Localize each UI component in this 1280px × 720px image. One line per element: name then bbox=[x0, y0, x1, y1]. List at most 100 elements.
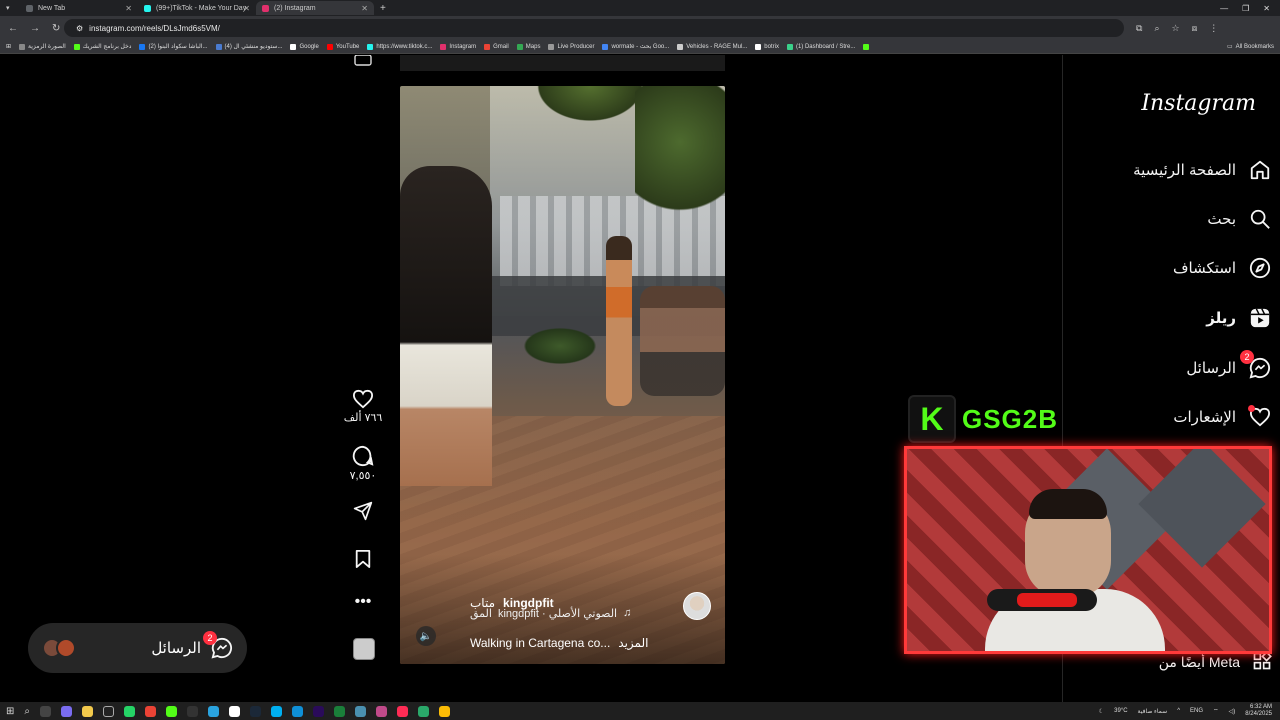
chrome-icon[interactable] bbox=[439, 705, 450, 717]
reel-video[interactable]: متاب kingdpfit المق kingdpfit · الصوتي ا… bbox=[400, 86, 725, 664]
toolbar-icons: ⧉ ⌕ ☆ ⧈ ⋮ bbox=[1124, 23, 1218, 34]
reload-icon[interactable]: ↻ bbox=[52, 23, 60, 34]
app-icon[interactable] bbox=[187, 705, 198, 717]
comment-button[interactable]: ٧,٥٥٠ bbox=[343, 445, 383, 482]
apps-icon[interactable]: ⊞ bbox=[6, 43, 11, 50]
back-icon[interactable]: ← bbox=[8, 23, 18, 34]
bookmark-item[interactable]: https://www.tiktok.c... bbox=[367, 43, 432, 50]
volume-icon[interactable]: ◁) bbox=[1229, 708, 1236, 715]
volume-icon[interactable]: 🔈 bbox=[416, 626, 436, 646]
bookmark-item[interactable]: (1) Dashboard / Stre... bbox=[786, 43, 855, 50]
clock[interactable]: 6:32 AM 8/24/2025 bbox=[1245, 704, 1272, 718]
share-button[interactable] bbox=[343, 501, 383, 521]
url-field[interactable]: ⚙ instagram.com/reels/DLsJmd6s5VM/ bbox=[64, 19, 1124, 37]
minimize-icon[interactable]: — bbox=[1220, 4, 1228, 13]
audio-thumbnail[interactable] bbox=[343, 55, 383, 67]
obs-icon[interactable] bbox=[103, 705, 114, 717]
bookmark-item[interactable]: الصورة الرمزية bbox=[19, 43, 66, 50]
nav-notifications[interactable]: الإشعارات bbox=[1173, 405, 1272, 429]
bookmark-item[interactable]: Live Producer bbox=[548, 43, 594, 50]
tray-chevron-icon[interactable]: ^ bbox=[1177, 708, 1180, 714]
bookmark-item[interactable]: Maps bbox=[516, 43, 540, 50]
chrome-icon[interactable] bbox=[145, 705, 156, 717]
start-icon[interactable]: ⊞ bbox=[6, 706, 14, 717]
nav-explore[interactable]: استكشاف bbox=[1173, 256, 1272, 280]
app-icon[interactable] bbox=[418, 705, 429, 717]
copilot-icon[interactable] bbox=[61, 705, 72, 717]
forward-icon[interactable]: → bbox=[30, 23, 40, 34]
menu-icon[interactable]: ⋮ bbox=[1209, 23, 1218, 34]
whatsapp-icon[interactable] bbox=[124, 705, 135, 717]
close-tab-icon[interactable]: ✕ bbox=[361, 4, 368, 13]
explorer-icon[interactable] bbox=[82, 705, 93, 717]
tab-tiktok[interactable]: (99+)TikTok - Make Your Day ✕ bbox=[138, 1, 256, 15]
search-icon bbox=[1248, 207, 1272, 231]
edge-icon[interactable] bbox=[292, 705, 303, 717]
bookmark-item[interactable]: (2) الباشا سكواد البنوا... bbox=[139, 43, 208, 50]
save-button[interactable] bbox=[343, 549, 383, 569]
kick-icon[interactable] bbox=[166, 705, 177, 717]
tiktok-icon[interactable] bbox=[397, 705, 408, 717]
more-options-icon[interactable]: ••• bbox=[343, 593, 383, 611]
address-bar-row: ← → ↻ ⚙ instagram.com/reels/DLsJmd6s5VM/… bbox=[0, 16, 1280, 40]
app-icon[interactable] bbox=[355, 705, 366, 717]
messages-floating-button[interactable]: الرسائل 2 bbox=[28, 623, 247, 673]
audio-cover-thumbnail[interactable] bbox=[353, 638, 375, 660]
heart-icon bbox=[1248, 405, 1272, 429]
bookmark-item[interactable]: (4) ستوديو منشئي ال... bbox=[215, 43, 282, 50]
tiktok-icon bbox=[144, 4, 151, 12]
tab-instagram[interactable]: (2) Instagram ✕ bbox=[256, 1, 374, 15]
bookmark-item[interactable]: دخل برنامج الشريك bbox=[73, 43, 131, 50]
skype-icon[interactable] bbox=[271, 705, 282, 717]
bookmark-item[interactable]: YouTube bbox=[326, 43, 359, 50]
bookmark-star-icon[interactable]: ☆ bbox=[1171, 23, 1179, 34]
app-icon[interactable] bbox=[334, 705, 345, 717]
close-tab-icon[interactable]: ✕ bbox=[125, 4, 132, 13]
more-from-meta[interactable]: أيضًا من Meta bbox=[1159, 651, 1272, 674]
reel-caption[interactable]: Walking in Cartagena co... المزيد bbox=[470, 636, 648, 650]
zoom-icon[interactable]: ⌕ bbox=[1154, 23, 1159, 34]
premiere-icon[interactable] bbox=[313, 705, 324, 717]
install-icon[interactable]: ⧉ bbox=[1136, 23, 1142, 34]
search-icon[interactable]: ⌕ bbox=[24, 706, 30, 717]
capcut-icon[interactable] bbox=[229, 705, 240, 717]
instagram-logo[interactable]: Instagram bbox=[1141, 91, 1256, 116]
nav-home[interactable]: الصفحة الرئيسية bbox=[1133, 158, 1272, 182]
like-count: ٧٦٦ ألف bbox=[343, 412, 383, 424]
extensions-icon[interactable]: ⧈ bbox=[1192, 23, 1198, 34]
bookmark-item[interactable]: Instagram bbox=[440, 43, 476, 50]
nav-reels[interactable]: ريلز bbox=[1206, 306, 1272, 330]
nav-messages[interactable]: الرسائل 2 bbox=[1186, 350, 1272, 380]
all-bookmarks[interactable]: ▭ All Bookmarks bbox=[1227, 43, 1280, 51]
app-icon[interactable] bbox=[376, 705, 387, 717]
close-window-icon[interactable]: ✕ bbox=[1263, 4, 1270, 13]
tab-new-tab[interactable]: New Tab ✕ bbox=[20, 1, 138, 15]
restore-icon[interactable]: ❐ bbox=[1242, 4, 1249, 13]
nav-search[interactable]: بحث bbox=[1207, 207, 1272, 231]
reel-audio[interactable]: المق kingdpfit · الصوتي الأصلي ♫ bbox=[470, 607, 631, 620]
bookmark-item[interactable]: Vehicles - RAGE Mul... bbox=[677, 43, 747, 50]
new-tab-button[interactable]: + bbox=[374, 3, 386, 14]
bookmark-item[interactable]: Gmail bbox=[484, 43, 509, 50]
caption-text: Walking in Cartagena co... bbox=[470, 636, 611, 650]
previous-reel-edge[interactable] bbox=[400, 55, 725, 71]
site-info-icon[interactable]: ⚙ bbox=[76, 24, 83, 33]
tab-list-button[interactable]: ▾ bbox=[0, 1, 20, 15]
author-avatar[interactable] bbox=[683, 592, 711, 620]
steam-icon[interactable] bbox=[250, 705, 261, 717]
weather-icon[interactable]: ☾ bbox=[1099, 708, 1104, 715]
bookmark-icon bbox=[355, 550, 371, 568]
meta-label: أيضًا من Meta bbox=[1158, 654, 1240, 670]
network-icon[interactable]: ⌔ bbox=[1213, 707, 1219, 715]
bookmark-item[interactable] bbox=[863, 43, 870, 50]
like-button[interactable]: ٧٦٦ ألف bbox=[343, 389, 383, 424]
tab-title: (2) Instagram bbox=[274, 4, 316, 12]
bookmark-item[interactable]: wormate - بحث Goo... bbox=[602, 43, 669, 50]
bookmark-item[interactable]: botrix bbox=[755, 43, 779, 50]
close-tab-icon[interactable]: ✕ bbox=[243, 4, 250, 13]
task-view-icon[interactable] bbox=[40, 705, 51, 717]
language-indicator[interactable]: ENG bbox=[1190, 708, 1203, 714]
telegram-icon[interactable] bbox=[208, 705, 219, 717]
bookmark-item[interactable]: Google bbox=[290, 43, 319, 50]
more-link[interactable]: المزيد bbox=[618, 636, 648, 650]
